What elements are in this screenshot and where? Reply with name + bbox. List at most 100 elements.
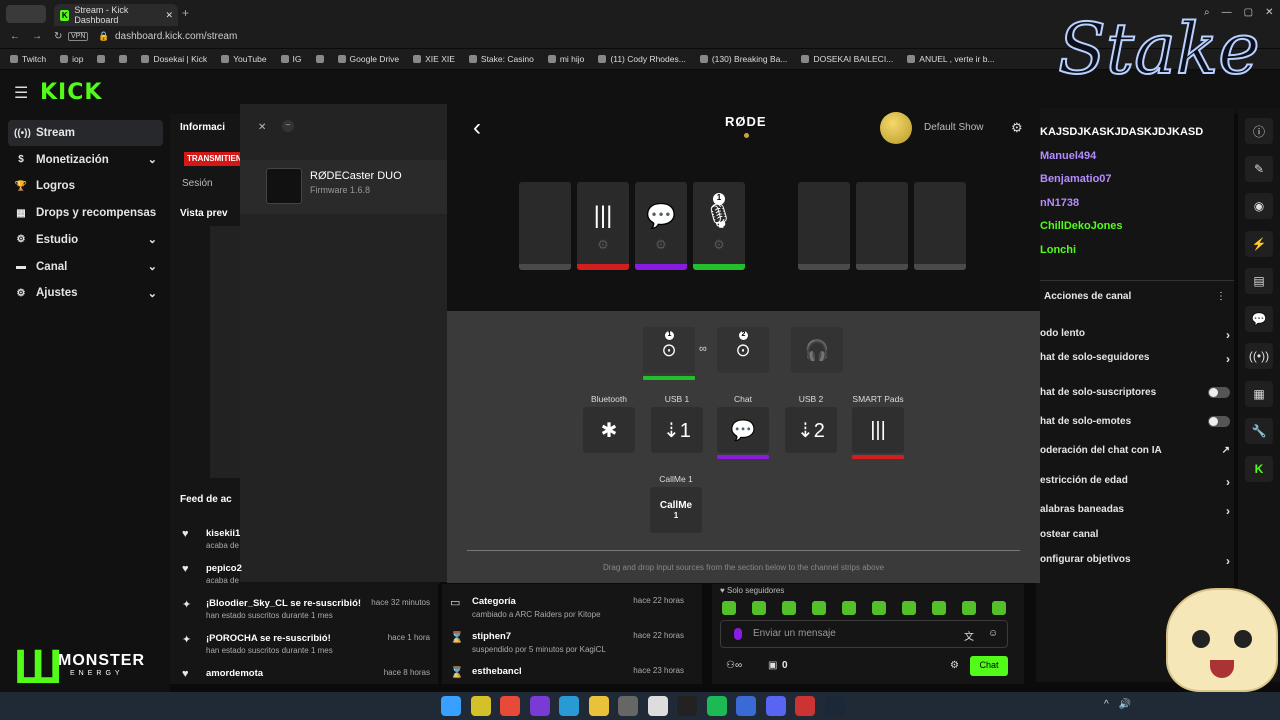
toggle-switch[interactable]	[1208, 416, 1230, 427]
bookmark-item[interactable]: YouTube	[221, 54, 267, 64]
chevron-right-icon[interactable]: ›	[1226, 328, 1230, 342]
sidebar-item-monetización[interactable]: $ Monetización ⌄	[8, 147, 163, 173]
show-avatar[interactable]	[880, 112, 912, 144]
rode-settings-icon[interactable]: ⚙	[1011, 120, 1023, 136]
bookmark-item[interactable]: Dosekai | Kick	[141, 54, 207, 64]
kick-logo[interactable]: KICK	[40, 80, 102, 105]
bookmark-item[interactable]: Twitch	[10, 54, 46, 64]
gift-icon[interactable]: ▣	[768, 660, 777, 671]
channel-action[interactable]: hat de solo-emotes	[1040, 416, 1230, 427]
info-icon[interactable]: ⓘ	[1245, 118, 1273, 144]
sidebar-item-estudio[interactable]: ⚙ Estudio ⌄	[8, 227, 163, 253]
show-name[interactable]: Default Show	[924, 122, 983, 133]
emoji-icon[interactable]: ☺	[988, 628, 998, 639]
headphones-icon[interactable]: 🎧	[791, 327, 843, 373]
bookmark-item[interactable]: (11) Cody Rhodes...	[598, 54, 686, 64]
camera-icon[interactable]: ◉	[1245, 193, 1273, 219]
strip-gear-icon[interactable]: ⚙	[635, 237, 687, 253]
channel-strip[interactable]: 🎙 ⚙ 1	[693, 182, 745, 270]
discord-icon[interactable]	[765, 696, 786, 716]
browser-profile-icon[interactable]	[6, 5, 46, 23]
combo-input-1[interactable]: ⊙ 1	[643, 327, 695, 373]
folder-icon[interactable]	[588, 696, 609, 716]
chat-icon[interactable]: 💬	[1245, 305, 1273, 332]
spotify-icon[interactable]	[706, 696, 727, 716]
emote-icon[interactable]	[992, 601, 1006, 615]
new-tab-icon[interactable]: +	[182, 6, 189, 20]
notepad-icon[interactable]	[559, 696, 579, 716]
emote-icon[interactable]	[842, 601, 856, 615]
callme-button[interactable]: CallMe 1	[650, 487, 702, 533]
wrench-icon[interactable]: 🔧	[1245, 418, 1273, 444]
chevron-down-icon[interactable]: ⌄	[148, 260, 157, 273]
chevron-down-icon[interactable]: ⌄	[148, 153, 157, 166]
rode-back-icon[interactable]: ‹	[473, 114, 481, 142]
vs-icon[interactable]	[529, 696, 550, 716]
chevron-down-icon[interactable]: ⌄	[148, 287, 157, 300]
channel-strip[interactable]	[914, 182, 966, 270]
channel-strip[interactable]: ||| ⚙	[577, 182, 629, 270]
emote-icon[interactable]	[722, 601, 736, 615]
external-link-icon[interactable]: ↗	[1222, 445, 1230, 456]
sidebar-item-drops-y-recompensas[interactable]: ▦ Drops y recompensas	[8, 200, 163, 226]
bookmark-item[interactable]: Stake: Casino	[468, 54, 534, 64]
windows-icon[interactable]	[441, 696, 461, 716]
layout-icon[interactable]: ▦	[1245, 380, 1273, 407]
channel-action[interactable]: ostear canal	[1040, 529, 1230, 540]
back-icon[interactable]: ←	[10, 31, 20, 42]
strip-gear-icon[interactable]: ⚙	[577, 237, 629, 253]
pencil-icon[interactable]: ✎	[1245, 155, 1273, 182]
bookmark-item[interactable]: mi hijo	[547, 54, 584, 64]
steam2-icon[interactable]	[824, 696, 845, 716]
emote-icon[interactable]	[812, 601, 826, 615]
notes-icon[interactable]: ▤	[1245, 268, 1273, 294]
bookmark-item[interactable]: DOSEKAI BAILECI...	[801, 54, 893, 64]
channel-action[interactable]: hat de solo-seguidores ›	[1040, 352, 1230, 366]
emote-icon[interactable]	[902, 601, 916, 615]
strip-gear-icon[interactable]: ⚙	[693, 237, 745, 253]
source-usb-1[interactable]: ⇣1	[651, 407, 703, 453]
chevron-right-icon[interactable]: ›	[1226, 504, 1230, 518]
source-chat[interactable]: 💬	[717, 407, 769, 453]
chevron-down-icon[interactable]: ⌄	[148, 233, 157, 246]
source-bluetooth[interactable]: ✱	[583, 407, 635, 453]
points-icon[interactable]: ⚇∞	[726, 660, 742, 671]
emote-icon[interactable]	[782, 601, 796, 615]
sidebar-item-canal[interactable]: ▬ Canal ⌄	[8, 254, 163, 280]
emote-icon[interactable]	[752, 601, 766, 615]
channel-strip[interactable]	[856, 182, 908, 270]
obs-icon[interactable]	[618, 696, 638, 716]
forward-icon[interactable]: →	[32, 31, 42, 42]
bookmark-item[interactable]	[315, 55, 324, 63]
toggle-switch[interactable]	[1208, 387, 1230, 398]
capcut-icon[interactable]	[647, 696, 668, 716]
transmit-button[interactable]: TRANSMITIEN	[184, 152, 244, 166]
link-icon[interactable]: ∞	[699, 343, 707, 355]
combo-input-2[interactable]: ⊙ 2	[717, 327, 769, 373]
bookmark-item[interactable]: Google Drive	[337, 54, 399, 64]
bookmark-item[interactable]: iop	[60, 54, 83, 64]
source-smart-pads[interactable]: |||	[852, 407, 904, 453]
volume-icon[interactable]: 🔊	[1119, 699, 1131, 710]
channel-strip[interactable]	[519, 182, 571, 270]
bookmark-item[interactable]: XIE XIE	[413, 54, 455, 64]
chevron-right-icon[interactable]: ›	[1226, 554, 1230, 568]
bolt-icon[interactable]: ⚡	[1245, 230, 1273, 257]
menu-icon[interactable]: ☰	[14, 83, 28, 103]
close-icon[interactable]: ✕	[1265, 7, 1273, 18]
close-tab-icon[interactable]: ✕	[165, 10, 173, 21]
channel-action[interactable]: odo lento ›	[1040, 328, 1230, 342]
channel-strip[interactable]: 💬 ⚙	[635, 182, 687, 270]
emote-icon[interactable]	[872, 601, 886, 615]
channel-action[interactable]: alabras baneadas ›	[1040, 504, 1230, 518]
channel-action[interactable]: onfigurar objetivos ›	[1040, 554, 1230, 568]
broadcast-icon[interactable]: ((•))	[1245, 343, 1273, 369]
device-item[interactable]: RØDECaster DUO Firmware 1.6.8	[240, 160, 447, 214]
opera-icon[interactable]	[470, 696, 491, 716]
rode-minimize-icon[interactable]: –	[282, 120, 294, 132]
actions-menu-icon[interactable]: ⋮	[1216, 291, 1226, 302]
chat-settings-icon[interactable]: ⚙	[950, 660, 959, 671]
channel-strip[interactable]	[798, 182, 850, 270]
tray-chevron-icon[interactable]: ^	[1104, 699, 1109, 710]
chevron-right-icon[interactable]: ›	[1226, 475, 1230, 489]
